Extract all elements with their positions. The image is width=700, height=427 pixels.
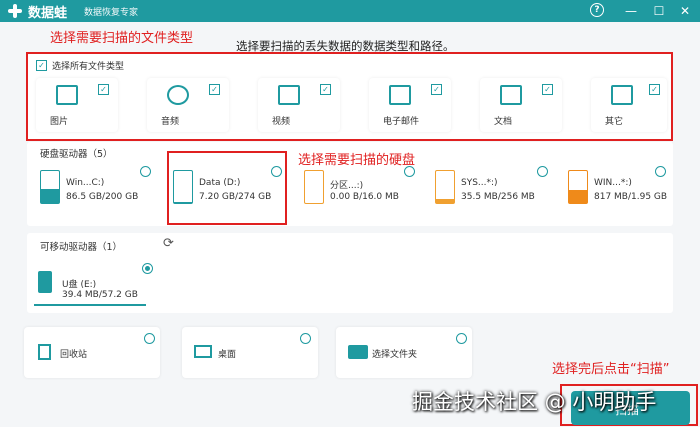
select-all-label: 选择所有文件类型 <box>52 62 125 72</box>
file-type-audio[interactable]: ✓ 音频 <box>147 78 229 132</box>
file-type-label: 文档 <box>494 117 513 127</box>
file-type-document[interactable]: ✓ 文档 <box>480 78 562 132</box>
other-checkbox[interactable]: ✓ <box>649 84 660 95</box>
hard-drive-title: 硬盘驱动器（5） <box>40 149 113 160</box>
document-checkbox[interactable]: ✓ <box>542 84 553 95</box>
app-subtitle: 数据恢复专家 <box>84 8 139 18</box>
other-icon <box>611 85 633 105</box>
file-type-label: 图片 <box>50 117 69 127</box>
file-type-other[interactable]: ✓ 其它 <box>591 78 667 132</box>
drive-win[interactable]: WIN...*:) 817 MB/1.95 GB <box>568 166 668 214</box>
app-name: 数据蛙 <box>28 6 68 21</box>
drive-size: 35.5 MB/256 MB <box>461 192 535 202</box>
drive-name: WIN...*:) <box>594 178 632 188</box>
location-folder[interactable]: 选择文件夹 <box>336 327 472 378</box>
drive-radio[interactable] <box>537 166 548 177</box>
drive-name: SYS...*:) <box>461 178 498 188</box>
refresh-icon[interactable]: ⟳ <box>163 236 174 251</box>
document-icon <box>500 85 522 105</box>
location-radio[interactable] <box>144 333 155 344</box>
drive-name: 分区...:) <box>330 181 364 191</box>
music-icon <box>167 85 189 105</box>
annotation-box-disk <box>167 151 287 225</box>
usb-drive-icon <box>38 271 52 293</box>
drive-usage-bar <box>569 189 587 203</box>
help-icon[interactable]: ? <box>590 3 604 17</box>
file-type-label: 电子邮件 <box>383 117 420 127</box>
drive-size: 817 MB/1.95 GB <box>594 192 668 202</box>
location-desktop[interactable]: 桌面 <box>182 327 318 378</box>
file-type-image[interactable]: ✓ 图片 <box>36 78 118 132</box>
location-label: 选择文件夹 <box>372 350 418 360</box>
annotation-scan: 选择完后点击“扫描” <box>552 362 670 377</box>
select-all-checkbox[interactable]: ✓ <box>36 60 47 71</box>
mail-icon <box>389 85 411 105</box>
drive-size: 39.4 MB/57.2 GB <box>62 290 138 300</box>
drive-radio[interactable] <box>404 166 415 177</box>
file-type-label: 视频 <box>272 117 291 127</box>
watermark: 掘金技术社区 @ 小明助手 <box>412 390 657 414</box>
file-type-label: 其它 <box>605 117 624 127</box>
desktop-icon <box>194 345 212 358</box>
image-icon <box>56 85 78 105</box>
video-checkbox[interactable]: ✓ <box>320 84 331 95</box>
removable-drive-title: 可移动驱动器（1） <box>40 242 123 253</box>
location-radio[interactable] <box>300 333 311 344</box>
drive-usage-bar <box>436 198 454 203</box>
folder-icon <box>348 345 368 359</box>
file-type-video[interactable]: ✓ 视频 <box>258 78 340 132</box>
drive-name: Win...C:) <box>66 178 105 188</box>
drive-size: 86.5 GB/200 GB <box>66 192 139 202</box>
location-recycle-bin[interactable]: 回收站 <box>24 327 160 378</box>
maximize-button[interactable]: ☐ <box>650 2 668 20</box>
audio-checkbox[interactable]: ✓ <box>209 84 220 95</box>
drive-usage-bar <box>41 189 59 203</box>
recycle-bin-icon <box>38 344 51 360</box>
image-checkbox[interactable]: ✓ <box>98 84 109 95</box>
drive-partition[interactable]: 分区...:) 0.00 B/16.0 MB <box>304 166 419 214</box>
video-icon <box>278 85 300 105</box>
annotation-file-type: 选择需要扫描的文件类型 <box>50 31 194 46</box>
drive-sys[interactable]: SYS...*:) 35.5 MB/256 MB <box>435 166 550 214</box>
drive-size: 0.00 B/16.0 MB <box>330 192 399 202</box>
drive-icon <box>435 170 455 204</box>
minimize-button[interactable]: — <box>622 2 640 20</box>
location-radio[interactable] <box>456 333 467 344</box>
drive-radio[interactable] <box>655 166 666 177</box>
drive-icon <box>40 170 60 204</box>
close-button[interactable]: ✕ <box>676 2 694 20</box>
location-label: 桌面 <box>218 350 237 360</box>
app-logo-icon <box>7 3 23 19</box>
drive-name: U盘 (E:) <box>62 280 97 290</box>
selected-underline <box>34 304 146 306</box>
drive-icon <box>304 170 324 204</box>
file-type-label: 音频 <box>161 117 180 127</box>
drive-usb[interactable]: U盘 (E:) 39.4 MB/57.2 GB <box>38 261 153 309</box>
drive-radio[interactable] <box>142 263 153 274</box>
drive-radio[interactable] <box>140 166 151 177</box>
drive-icon <box>568 170 588 204</box>
title-bar: 数据蛙 数据恢复专家 ? — ☐ ✕ <box>0 0 700 22</box>
location-label: 回收站 <box>60 350 88 360</box>
drive-c[interactable]: Win...C:) 86.5 GB/200 GB <box>40 166 155 214</box>
email-checkbox[interactable]: ✓ <box>431 84 442 95</box>
file-type-email[interactable]: ✓ 电子邮件 <box>369 78 451 132</box>
